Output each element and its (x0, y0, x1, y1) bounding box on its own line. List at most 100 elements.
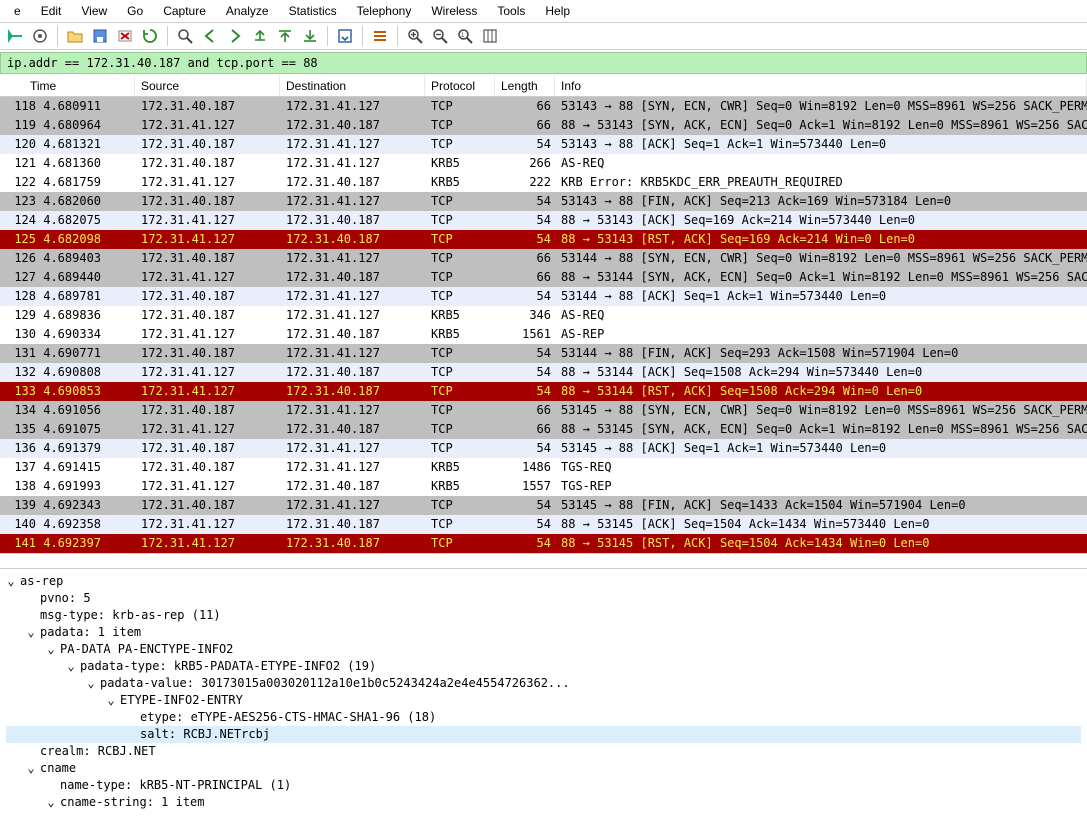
tree-expander-open-icon[interactable]: ⌄ (6, 573, 16, 590)
tree-row[interactable]: ⌄padata-value: 30173015a003020112a10e1b0… (6, 675, 1081, 692)
packet-no-time: 123 4.682060 (0, 192, 135, 211)
tree-row[interactable]: ⌄padata-type: kRB5-PADATA-ETYPE-INFO2 (1… (6, 658, 1081, 675)
tree-expander-open-icon[interactable]: ⌄ (86, 675, 96, 692)
menu-capture[interactable]: Capture (155, 2, 214, 20)
menu-e[interactable]: e (6, 2, 29, 20)
packet-info: 53143 → 88 [SYN, ECN, CWR] Seq=0 Win=819… (555, 97, 1087, 116)
tree-row[interactable]: ⌄ cname-string: 1 item (6, 794, 1081, 811)
packet-row[interactable]: 130 4.690334172.31.41.127172.31.40.187KR… (0, 325, 1087, 344)
tree-row[interactable]: ⌄ cname (6, 760, 1081, 777)
packet-source: 172.31.40.187 (135, 249, 280, 268)
prev-packet-icon[interactable] (199, 25, 221, 47)
first-packet-icon[interactable] (274, 25, 296, 47)
packet-row[interactable]: 119 4.680964172.31.41.127172.31.40.187TC… (0, 116, 1087, 135)
tree-expander-open-icon[interactable]: ⌄ (46, 794, 56, 811)
tree-expander-open-icon[interactable]: ⌄ (106, 692, 116, 709)
packet-row[interactable]: 120 4.681321172.31.40.187172.31.41.127TC… (0, 135, 1087, 154)
menu-analyze[interactable]: Analyze (218, 2, 277, 20)
zoom-in-icon[interactable] (404, 25, 426, 47)
menu-tools[interactable]: Tools (489, 2, 533, 20)
packet-row[interactable]: 138 4.691993172.31.41.127172.31.40.187KR… (0, 477, 1087, 496)
packet-source: 172.31.40.187 (135, 287, 280, 306)
packet-row[interactable]: 122 4.681759172.31.41.127172.31.40.187KR… (0, 173, 1087, 192)
last-packet-icon[interactable] (299, 25, 321, 47)
col-length[interactable]: Length (495, 76, 555, 96)
packet-row[interactable]: 136 4.691379172.31.40.187172.31.41.127TC… (0, 439, 1087, 458)
open-icon[interactable] (64, 25, 86, 47)
packet-row[interactable]: 140 4.692358172.31.41.127172.31.40.187TC… (0, 515, 1087, 534)
display-filter-input[interactable] (0, 52, 1087, 74)
lines-icon[interactable] (369, 25, 391, 47)
tree-label: cname (40, 761, 76, 775)
packet-info: 53144 → 88 [SYN, ECN, CWR] Seq=0 Win=819… (555, 249, 1087, 268)
next-packet-icon[interactable] (224, 25, 246, 47)
packet-no-time: 132 4.690808 (0, 363, 135, 382)
menu-help[interactable]: Help (537, 2, 578, 20)
zoom-reset-icon[interactable] (454, 25, 476, 47)
packet-row[interactable]: 134 4.691056172.31.40.187172.31.41.127TC… (0, 401, 1087, 420)
packet-row[interactable]: 121 4.681360172.31.40.187172.31.41.127KR… (0, 154, 1087, 173)
packet-row[interactable]: 129 4.689836172.31.40.187172.31.41.127KR… (0, 306, 1087, 325)
tree-expander-open-icon[interactable]: ⌄ (46, 641, 56, 658)
packet-protocol: TCP (425, 192, 495, 211)
packet-no-time: 135 4.691075 (0, 420, 135, 439)
packet-info: 53144 → 88 [FIN, ACK] Seq=293 Ack=1508 W… (555, 344, 1087, 363)
packet-row[interactable]: 139 4.692343172.31.40.187172.31.41.127TC… (0, 496, 1087, 515)
packet-row[interactable]: 124 4.682075172.31.41.127172.31.40.187TC… (0, 211, 1087, 230)
packet-protocol: KRB5 (425, 325, 495, 344)
col-protocol[interactable]: Protocol (425, 76, 495, 96)
tree-row[interactable]: ⌄PA-DATA PA-ENCTYPE-INFO2 (6, 641, 1081, 658)
tree-label: cname-string: 1 item (60, 795, 205, 809)
menu-telephony[interactable]: Telephony (349, 2, 420, 20)
col-source[interactable]: Source (135, 76, 280, 96)
packet-destination: 172.31.41.127 (280, 192, 425, 211)
tree-row[interactable]: ⌄ETYPE-INFO2-ENTRY (6, 692, 1081, 709)
menu-go[interactable]: Go (119, 2, 151, 20)
menu-edit[interactable]: Edit (33, 2, 70, 20)
packet-row[interactable]: 118 4.680911172.31.40.187172.31.41.127TC… (0, 97, 1087, 116)
packet-no-time: 122 4.681759 (0, 173, 135, 192)
col-time[interactable]: Time (0, 76, 135, 96)
tree-expander-open-icon[interactable]: ⌄ (66, 658, 76, 675)
packet-info: TGS-REQ (555, 458, 1087, 477)
jump-prev-icon[interactable] (249, 25, 271, 47)
tree-row[interactable]: ⌄ as-rep (6, 573, 1081, 590)
zoom-out-icon[interactable] (429, 25, 451, 47)
packet-no-time: 121 4.681360 (0, 154, 135, 173)
packet-source: 172.31.40.187 (135, 135, 280, 154)
packet-row[interactable]: 126 4.689403172.31.40.187172.31.41.127TC… (0, 249, 1087, 268)
packet-row[interactable]: 135 4.691075172.31.41.127172.31.40.187TC… (0, 420, 1087, 439)
packet-row[interactable]: 125 4.682098172.31.41.127172.31.40.187TC… (0, 230, 1087, 249)
col-destination[interactable]: Destination (280, 76, 425, 96)
packet-row[interactable]: 133 4.690853172.31.41.127172.31.40.187TC… (0, 382, 1087, 401)
columns-icon[interactable] (479, 25, 501, 47)
tree-expander-open-icon[interactable]: ⌄ (26, 624, 36, 641)
packet-row[interactable]: 132 4.690808172.31.41.127172.31.40.187TC… (0, 363, 1087, 382)
save-icon[interactable] (89, 25, 111, 47)
packet-row[interactable]: 131 4.690771172.31.40.187172.31.41.127TC… (0, 344, 1087, 363)
packet-row[interactable]: 141 4.692397172.31.41.127172.31.40.187TC… (0, 534, 1087, 553)
tree-expander-open-icon[interactable]: ⌄ (26, 760, 36, 777)
pane-splitter[interactable] (0, 553, 1087, 569)
menu-view[interactable]: View (73, 2, 115, 20)
packet-row[interactable]: 137 4.691415172.31.40.187172.31.41.127KR… (0, 458, 1087, 477)
packet-info: 53145 → 88 [FIN, ACK] Seq=1433 Ack=1504 … (555, 496, 1087, 515)
col-info[interactable]: Info (555, 76, 1087, 96)
menu-wireless[interactable]: Wireless (423, 2, 485, 20)
target-icon[interactable] (29, 25, 51, 47)
menu-statistics[interactable]: Statistics (281, 2, 345, 20)
fin-icon[interactable] (4, 25, 26, 47)
packet-no-time: 139 4.692343 (0, 496, 135, 515)
packet-row[interactable]: 128 4.689781172.31.40.187172.31.41.127TC… (0, 287, 1087, 306)
packet-row[interactable]: 127 4.689440172.31.41.127172.31.40.187TC… (0, 268, 1087, 287)
packet-row[interactable]: 123 4.682060172.31.40.187172.31.41.127TC… (0, 192, 1087, 211)
packet-length: 66 (495, 97, 555, 116)
close-file-icon[interactable] (114, 25, 136, 47)
packet-destination: 172.31.40.187 (280, 211, 425, 230)
tree-label: as-rep (20, 574, 63, 588)
reload-icon[interactable] (139, 25, 161, 47)
autoscroll-icon[interactable] (334, 25, 356, 47)
search-icon[interactable] (174, 25, 196, 47)
packet-details-tree: ⌄as-rep›pvno: 5›msg-type: krb-as-rep (11… (0, 569, 1087, 821)
tree-row[interactable]: ⌄padata: 1 item (6, 624, 1081, 641)
